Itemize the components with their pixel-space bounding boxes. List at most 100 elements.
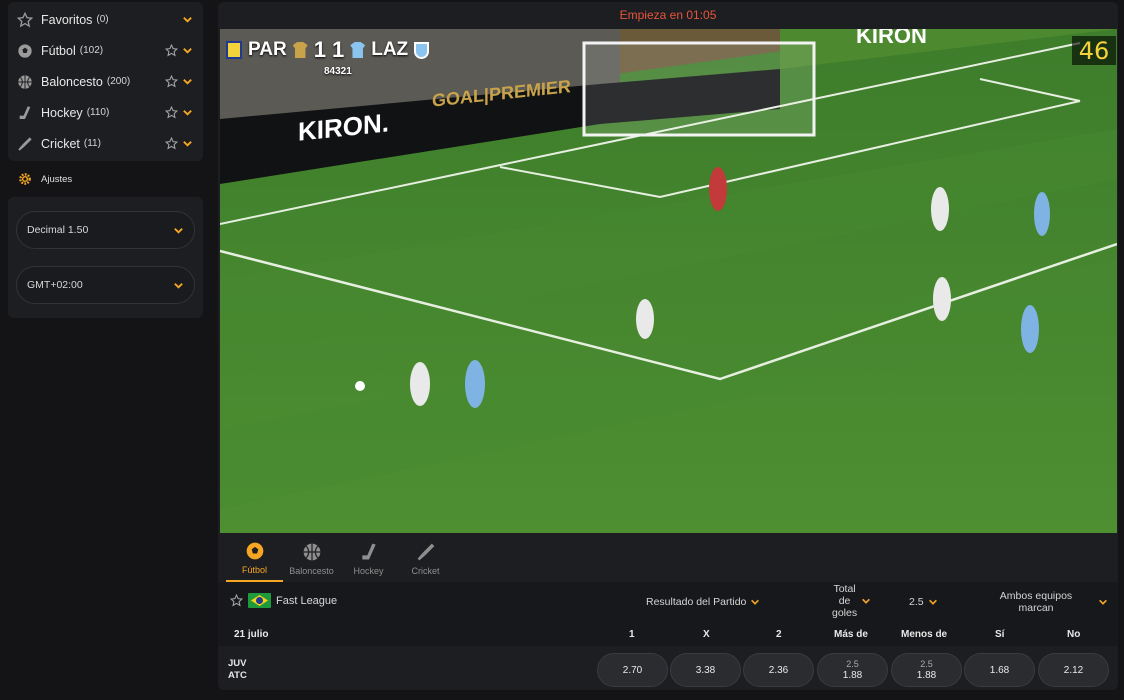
sidebar-item-favoritos[interactable]: Favoritos (0) [8, 4, 203, 35]
odd-value: 2.70 [622, 664, 643, 676]
cricket-bat-icon [17, 136, 33, 152]
odd-draw-button[interactable]: 3.38 [670, 653, 741, 687]
odd-line: 2.5 [846, 659, 859, 669]
pitch-scene: KIRON. GOAL|PREMIER KIRON [220, 29, 1117, 533]
league-name: Fast League [276, 594, 338, 607]
sidebar-item-hockey[interactable]: Hockey (110) [8, 97, 203, 128]
match-id: 84321 [324, 66, 352, 77]
chevron-down-icon[interactable] [182, 14, 193, 25]
settings-toggle[interactable]: Ajustes [8, 163, 203, 195]
chevron-down-icon[interactable] [182, 76, 193, 87]
odd-no-button[interactable]: 2.12 [1038, 653, 1109, 687]
goal-line-select[interactable]: 2.5 [909, 596, 938, 608]
chevron-down-icon [174, 227, 183, 234]
sidebar-item-cricket[interactable]: Cricket (11) [8, 128, 203, 159]
total-goals-label: de [838, 595, 851, 607]
odd-under-button[interactable]: 2.5 1.88 [891, 653, 962, 687]
result-market-select[interactable]: Resultado del Partido [646, 596, 760, 608]
chevron-down-icon[interactable] [182, 107, 193, 118]
star-icon[interactable] [230, 594, 243, 607]
main-panel: Empieza en 01:05 KIRON. GOAL|PREMIER KIR… [218, 2, 1118, 690]
sidebar-item-count: (110) [86, 107, 110, 118]
col-draw: X [703, 629, 710, 640]
shirt-icon [292, 42, 308, 58]
tab-label: Cricket [411, 565, 440, 576]
btts-label: Ambos equipos [999, 590, 1073, 602]
home-team: PAR [248, 39, 287, 60]
col-away: 2 [776, 629, 782, 640]
odd-away-button[interactable]: 2.36 [743, 653, 814, 687]
soccer-ball-icon [17, 43, 33, 59]
tab-cricket[interactable]: Cricket [397, 535, 454, 582]
total-goals-market-select[interactable]: Total de goles [832, 583, 871, 619]
sidebar-item-label: Cricket [41, 136, 80, 151]
home-score: 1 [313, 37, 326, 62]
odd-over-button[interactable]: 2.5 1.88 [817, 653, 888, 687]
sidebar-item-label: Hockey [41, 105, 83, 120]
away-team: ATC [228, 670, 247, 681]
sidebar-item-count: (11) [83, 138, 101, 149]
odd-value: 1.68 [989, 664, 1010, 676]
tab-label: Hockey [353, 565, 384, 576]
odd-yes-button[interactable]: 1.68 [964, 653, 1035, 687]
btts-label: marcan [1018, 602, 1054, 614]
cricket-bat-icon [417, 543, 434, 560]
star-icon[interactable] [165, 106, 178, 119]
chevron-down-icon [751, 599, 760, 605]
star-icon[interactable] [165, 75, 178, 88]
col-over: Más de [834, 629, 868, 640]
odds-format-select[interactable]: Decimal 1.50 [16, 211, 195, 249]
event-date: 21 julio [234, 629, 269, 640]
tab-baloncesto[interactable]: Baloncesto [283, 535, 340, 582]
chevron-down-icon [174, 282, 183, 289]
sidebar: Favoritos (0) Fútbol (102) Baloncesto (2… [8, 2, 203, 318]
col-under: Menos de [901, 629, 948, 640]
market-bar: Fast League Resultado del Partido Total … [218, 582, 1118, 624]
home-team: JUV [228, 658, 247, 669]
soccer-ball-icon [246, 542, 263, 559]
svg-text:KIRON: KIRON [856, 29, 927, 48]
odd-value: 1.88 [916, 670, 937, 681]
odd-value: 1.88 [842, 670, 863, 681]
sidebar-item-label: Baloncesto [41, 74, 103, 89]
sidebar-item-count: (0) [96, 14, 109, 25]
settings-panel: Decimal 1.50 GMT+02:00 [8, 197, 203, 318]
btts-market-select[interactable]: Ambos equipos marcan [990, 590, 1108, 614]
goal-line-value: 2.5 [909, 596, 924, 608]
col-no: No [1067, 629, 1081, 640]
total-goals-label: goles [832, 607, 858, 619]
event-teams: JUV ATC [228, 658, 247, 682]
event-row[interactable]: JUV ATC 2.70 3.38 2.36 2.5 1.88 2.5 1.88 1… [218, 646, 1118, 690]
odds-format-value: Decimal 1.50 [27, 224, 89, 236]
tab-futbol[interactable]: Fútbol [226, 535, 283, 582]
scoreboard: PAR 1 1 LAZ [226, 37, 430, 63]
tab-label: Fútbol [241, 564, 267, 575]
star-icon[interactable] [165, 44, 178, 57]
live-video-stream[interactable]: KIRON. GOAL|PREMIER KIRON PAR 1 1 LAZ 84… [220, 29, 1117, 533]
result-market-label: Resultado del Partido [646, 596, 747, 608]
match-minute: 46 [1072, 36, 1116, 65]
tab-hockey[interactable]: Hockey [340, 535, 397, 582]
star-icon [17, 11, 33, 28]
chevron-down-icon[interactable] [182, 138, 193, 149]
col-yes: Sí [995, 629, 1005, 640]
countdown-prefix: Empieza en [619, 7, 683, 22]
col-home: 1 [629, 629, 635, 640]
timezone-value: GMT+02:00 [27, 279, 83, 291]
hockey-stick-icon [361, 543, 376, 559]
away-team: LAZ [371, 39, 409, 60]
sidebar-item-futbol[interactable]: Fútbol (102) [8, 35, 203, 66]
timezone-select[interactable]: GMT+02:00 [16, 266, 195, 304]
sidebar-item-label: Fútbol [41, 43, 76, 58]
chevron-down-icon[interactable] [182, 45, 193, 56]
settings-label: Ajustes [41, 173, 73, 185]
league-header: Fast League [230, 593, 337, 608]
sport-list: Favoritos (0) Fútbol (102) Baloncesto (2… [8, 2, 203, 161]
basketball-icon [17, 74, 33, 90]
star-icon[interactable] [165, 137, 178, 150]
gear-icon [19, 173, 31, 185]
sidebar-item-baloncesto[interactable]: Baloncesto (200) [8, 66, 203, 97]
away-crest-icon [414, 41, 430, 59]
away-score: 1 [331, 37, 345, 62]
odd-home-button[interactable]: 2.70 [597, 653, 668, 687]
